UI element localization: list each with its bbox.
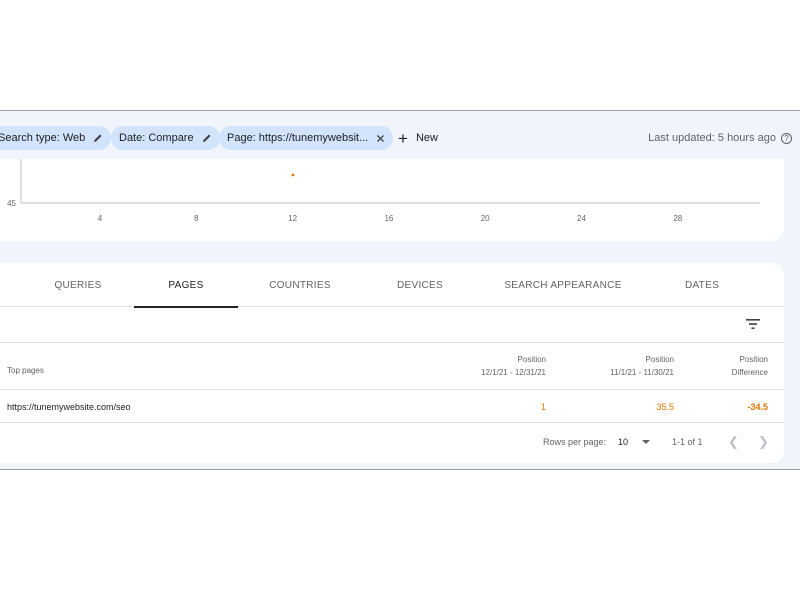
data-point <box>291 173 295 177</box>
dimension-tabs: QUERIES PAGES COUNTRIES DEVICES SEARCH A… <box>0 263 784 308</box>
page-range: 1-1 of 1 <box>672 437 703 447</box>
rows-per-page-label: Rows per page: <box>543 437 607 447</box>
x-tick-label: 16 <box>384 214 393 223</box>
header-position-difference[interactable]: Position Difference <box>732 353 768 379</box>
rows-per-page-value: 10 <box>618 437 629 447</box>
tab-label: DEVICES <box>396 279 443 291</box>
table-row[interactable]: https://tunemywebsite.com/seo 1 35.5 -34… <box>0 390 784 423</box>
help-icon[interactable]: ? <box>781 132 792 144</box>
chip-label: Page: https://tunemywebsit... <box>227 132 369 144</box>
plus-icon: + <box>398 128 408 148</box>
tab-label: COUNTRIES <box>269 279 331 291</box>
chevron-left-icon[interactable]: ❮ <box>728 423 739 461</box>
x-tick-label: 12 <box>288 214 297 223</box>
header-position-previous[interactable]: Position 11/1/21 - 11/30/21 <box>610 353 674 379</box>
chip-search-type[interactable]: Search type: Web <box>0 126 112 150</box>
header-title: Position <box>645 355 674 364</box>
position-current: 1 <box>540 401 546 412</box>
x-tick-label: 24 <box>577 214 586 223</box>
chip-label: Date: Compare <box>119 132 194 144</box>
dropdown-arrow-icon <box>642 440 651 444</box>
header-date-range: 12/1/21 - 12/31/21 <box>481 368 546 377</box>
y-tick-label: 45 <box>7 199 16 208</box>
x-tick-label: 8 <box>194 214 199 223</box>
tab-label: PAGES <box>168 279 204 291</box>
header-title: Position <box>517 355 546 364</box>
position-chart: 50 45 4 8 12 16 20 24 28 <box>7 159 760 223</box>
new-filter-label: New <box>415 132 438 144</box>
table-header: Top pages Position 12/1/21 - 12/31/21 Po… <box>0 343 784 390</box>
chip-page[interactable]: Page: https://tunemywebsit... <box>219 126 394 150</box>
header-position-current[interactable]: Position 12/1/21 - 12/31/21 <box>481 353 546 379</box>
table-card: QUERIES PAGES COUNTRIES DEVICES SEARCH A… <box>0 263 784 463</box>
tab-label: DATES <box>684 279 720 291</box>
tab-pages[interactable]: PAGES <box>134 263 238 308</box>
header-date-range: 11/1/21 - 11/30/21 <box>610 368 674 377</box>
chevron-right-icon[interactable]: ❯ <box>758 423 769 461</box>
last-updated-text: Last updated: 5 hours ago <box>648 132 776 144</box>
x-tick-label: 4 <box>98 214 103 223</box>
page-url[interactable]: https://tunemywebsite.com/seo <box>7 390 131 423</box>
x-tick-label: 28 <box>673 214 682 223</box>
chip-date-compare[interactable]: Date: Compare <box>111 126 220 150</box>
header-top-pages: Top pages <box>7 366 44 375</box>
close-icon[interactable] <box>376 134 385 143</box>
new-filter-button[interactable]: + New <box>398 126 438 150</box>
filter-icon[interactable] <box>745 317 761 331</box>
search-console-panel: Search type: Web Date: Compare Page: htt… <box>0 110 800 470</box>
rows-per-page-select[interactable]: 10 <box>618 423 651 461</box>
x-tick-label: 20 <box>481 214 490 223</box>
tab-label: SEARCH APPEARANCE <box>504 279 622 291</box>
tab-dates[interactable]: DATES <box>658 263 746 307</box>
tab-devices[interactable]: DEVICES <box>372 263 468 307</box>
tab-label: QUERIES <box>54 279 102 291</box>
tab-search-appearance[interactable]: SEARCH APPEARANCE <box>502 263 624 307</box>
table-toolbar <box>0 307 784 343</box>
header-subtitle: Difference <box>731 368 768 377</box>
last-updated: Last updated: 5 hours ago ? <box>648 126 792 150</box>
position-previous: 35.5 <box>656 401 674 412</box>
header-title: Position <box>739 355 768 364</box>
tab-queries[interactable]: QUERIES <box>30 263 126 307</box>
filter-bar: Search type: Web Date: Compare Page: htt… <box>0 125 800 151</box>
position-difference: -34.5 <box>747 401 768 412</box>
y-tick-label: 50 <box>7 159 16 160</box>
tab-countries[interactable]: COUNTRIES <box>252 263 348 307</box>
pencil-icon[interactable] <box>93 133 103 143</box>
pagination: Rows per page: 10 1-1 of 1 ❮ ❯ <box>0 423 784 461</box>
pencil-icon[interactable] <box>202 133 212 143</box>
chip-label: Search type: Web <box>0 132 86 144</box>
chart-card: 50 45 4 8 12 16 20 24 28 <box>0 159 784 241</box>
